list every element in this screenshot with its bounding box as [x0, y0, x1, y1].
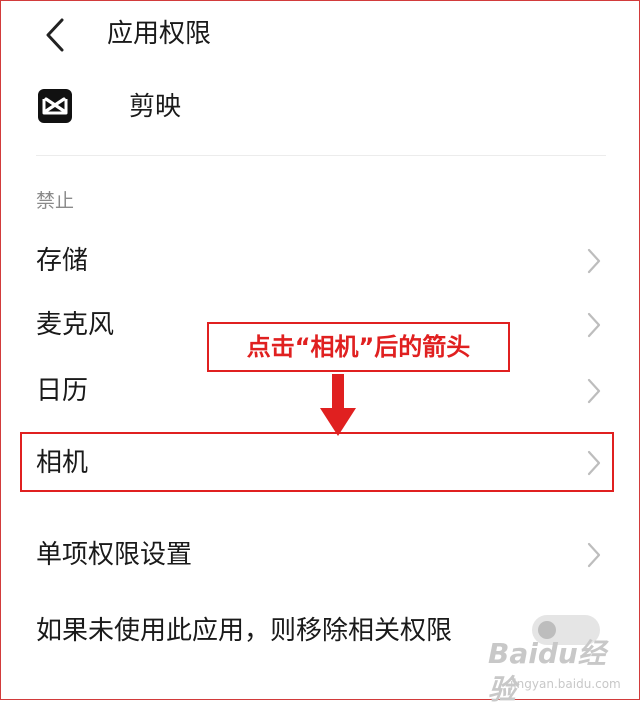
row-label: 单项权限设置 [36, 540, 193, 570]
permission-row-storage[interactable]: 存储 [0, 230, 640, 292]
chevron-right-icon[interactable] [586, 311, 602, 339]
watermark-sub: jingyan.baidu.com [510, 677, 621, 691]
chevron-right-icon[interactable] [586, 377, 602, 405]
permission-row-individual-settings[interactable]: 单项权限设置 [0, 524, 640, 586]
annotation-text: 点击“相机”后的箭头 [246, 333, 471, 361]
divider [36, 155, 606, 156]
chevron-right-icon[interactable] [586, 541, 602, 569]
row-label: 日历 [36, 376, 89, 406]
row-label: 麦克风 [36, 310, 115, 340]
watermark-main: Baidu经验 [488, 637, 606, 706]
baidu-watermark: Baidu经验 jingyan.baidu.com [488, 636, 621, 706]
section-header-denied: 禁止 [36, 190, 75, 212]
auto-revoke-label: 如果未使用此应用，则移除相关权限 [36, 616, 453, 646]
page-title: 应用权限 [107, 19, 212, 49]
capcut-logo-icon [38, 89, 72, 123]
annotation-callout: 点击“相机”后的箭头 [207, 322, 510, 372]
row-label: 存储 [36, 246, 89, 276]
app-name: 剪映 [129, 92, 182, 122]
arrow-down-icon [320, 374, 356, 436]
chevron-left-icon [46, 18, 64, 52]
back-button[interactable] [40, 14, 76, 58]
camera-row-highlight [20, 432, 614, 492]
chevron-right-icon[interactable] [586, 247, 602, 275]
